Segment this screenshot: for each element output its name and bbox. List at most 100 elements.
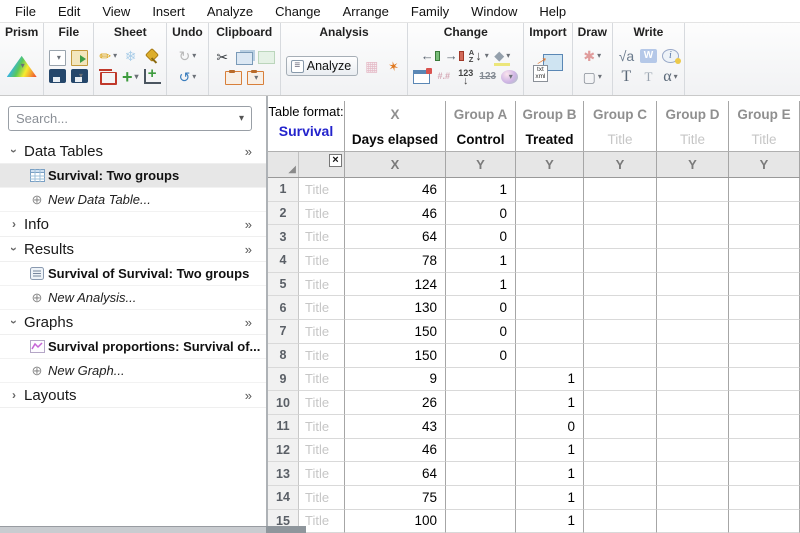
data-cell-a[interactable]: 0 xyxy=(446,202,516,226)
column-axis-e[interactable]: Y xyxy=(729,152,800,177)
section-more-button[interactable]: » xyxy=(245,217,252,232)
data-cell-x[interactable]: 100 xyxy=(345,510,446,533)
row-number[interactable]: 3 xyxy=(268,225,299,249)
data-cell-b[interactable]: 1 xyxy=(516,486,584,510)
column-title-a[interactable]: Control xyxy=(446,127,516,151)
data-cell-x[interactable]: 46 xyxy=(345,439,446,463)
column-axis-c[interactable]: Y xyxy=(584,152,657,177)
data-cell-e[interactable] xyxy=(729,225,800,249)
color-scheme-button[interactable]: ▾ xyxy=(501,70,518,84)
section-more-button[interactable]: » xyxy=(245,144,252,159)
row-number[interactable]: 14 xyxy=(268,486,299,510)
data-cell-d[interactable] xyxy=(657,368,729,392)
data-cell-d[interactable] xyxy=(657,415,729,439)
data-cell-b[interactable]: 1 xyxy=(516,391,584,415)
text-tool-button[interactable]: T xyxy=(618,68,635,86)
row-number[interactable]: 13 xyxy=(268,462,299,486)
data-cell-x[interactable]: 75 xyxy=(345,486,446,510)
chevron-collapsed-icon[interactable]: › xyxy=(6,217,22,231)
row-number[interactable]: 7 xyxy=(268,320,299,344)
column-group-header-c[interactable]: Group C xyxy=(584,101,657,127)
data-cell-b[interactable]: 1 xyxy=(516,462,584,486)
pin-sheet-button-dropdown-icon[interactable]: ▾ xyxy=(152,52,156,60)
data-cell-e[interactable] xyxy=(729,320,800,344)
row-number[interactable]: 11 xyxy=(268,415,299,439)
data-cell-b[interactable] xyxy=(516,273,584,297)
data-cell-c[interactable] xyxy=(584,439,657,463)
data-cell-d[interactable] xyxy=(657,273,729,297)
data-cell-x[interactable]: 43 xyxy=(345,415,446,439)
data-cell-x[interactable]: 46 xyxy=(345,202,446,226)
menu-help[interactable]: Help xyxy=(528,2,577,21)
data-cell-c[interactable] xyxy=(584,344,657,368)
data-cell-a[interactable]: 1 xyxy=(446,178,516,202)
rename-sheet-button-dropdown-icon[interactable]: ▾ xyxy=(113,52,117,60)
data-cell-x[interactable]: 150 xyxy=(345,344,446,368)
data-cell-b[interactable]: 1 xyxy=(516,368,584,392)
close-icon[interactable]: × xyxy=(329,154,342,167)
data-cell-c[interactable] xyxy=(584,273,657,297)
undo-button-dropdown-icon[interactable]: ▾ xyxy=(192,73,196,81)
select-all-corner[interactable]: ◢ xyxy=(268,152,299,177)
menu-insert[interactable]: Insert xyxy=(141,2,196,21)
sidebar-item-survival-two-groups[interactable]: Survival: Two groups xyxy=(0,164,266,188)
apply-analysis-button[interactable]: ▦ xyxy=(363,57,380,75)
data-cell-c[interactable] xyxy=(584,296,657,320)
row-title-cell[interactable]: Title xyxy=(299,296,345,320)
draw-rect-button[interactable]: ▢▾ xyxy=(583,68,602,86)
sidebar-section-graphs[interactable]: ›Graphs» xyxy=(0,310,266,335)
search-box[interactable]: ▾ xyxy=(8,106,252,131)
data-cell-x[interactable]: 64 xyxy=(345,225,446,249)
data-cell-a[interactable] xyxy=(446,462,516,486)
rename-sheet-button[interactable]: ✏▾ xyxy=(99,47,117,65)
table-format-value[interactable]: Survival xyxy=(268,123,344,139)
data-cell-x[interactable]: 26 xyxy=(345,391,446,415)
row-number[interactable]: 1 xyxy=(268,178,299,202)
row-number[interactable]: 8 xyxy=(268,344,299,368)
data-cell-a[interactable] xyxy=(446,439,516,463)
data-cell-a[interactable]: 1 xyxy=(446,273,516,297)
row-number[interactable]: 12 xyxy=(268,439,299,463)
new-file-button[interactable]: ▾ xyxy=(49,50,66,66)
column-axis-d[interactable]: Y xyxy=(657,152,729,177)
data-cell-d[interactable] xyxy=(657,486,729,510)
greek-button[interactable]: α▾ xyxy=(662,68,679,86)
data-cell-a[interactable] xyxy=(446,510,516,533)
data-cell-b[interactable] xyxy=(516,344,584,368)
data-cell-b[interactable]: 1 xyxy=(516,439,584,463)
data-cell-e[interactable] xyxy=(729,344,800,368)
section-more-button[interactable]: » xyxy=(245,388,252,403)
menu-window[interactable]: Window xyxy=(460,2,528,21)
sidebar-item-survival-proportions-survival-of[interactable]: Survival proportions: Survival of... xyxy=(0,335,266,359)
table-format-cell[interactable]: Table format: Survival xyxy=(268,101,344,152)
sort-button[interactable]: AZ↓▾ xyxy=(469,47,489,65)
row-title-cell[interactable]: Title xyxy=(299,178,345,202)
row-title-cell[interactable]: Title xyxy=(299,462,345,486)
chevron-expanded-icon[interactable]: › xyxy=(7,241,21,257)
column-axis-b[interactable]: Y xyxy=(516,152,584,177)
data-cell-d[interactable] xyxy=(657,320,729,344)
data-cell-d[interactable] xyxy=(657,391,729,415)
data-cell-b[interactable] xyxy=(516,320,584,344)
freeze-sheet-button[interactable]: ❄ xyxy=(122,47,139,65)
data-cell-c[interactable] xyxy=(584,510,657,533)
save-as-button-dropdown-icon[interactable]: ▾ xyxy=(79,72,83,80)
menu-analyze[interactable]: Analyze xyxy=(196,2,264,21)
data-cell-a[interactable]: 0 xyxy=(446,225,516,249)
data-cell-c[interactable] xyxy=(584,462,657,486)
data-cell-e[interactable] xyxy=(729,202,800,226)
corner-triangle-icon[interactable]: ◢ xyxy=(288,165,296,175)
data-cell-e[interactable] xyxy=(729,296,800,320)
data-cell-x[interactable]: 130 xyxy=(345,296,446,320)
data-cell-d[interactable] xyxy=(657,178,729,202)
data-cell-c[interactable] xyxy=(584,415,657,439)
menu-change[interactable]: Change xyxy=(264,2,332,21)
sort-button-dropdown-icon[interactable]: ▾ xyxy=(485,52,489,60)
redo-button[interactable]: ↻▾ xyxy=(179,47,197,65)
menu-family[interactable]: Family xyxy=(400,2,460,21)
data-cell-e[interactable] xyxy=(729,462,800,486)
row-number[interactable]: 6 xyxy=(268,296,299,320)
wizard-button[interactable]: ✶ xyxy=(384,56,404,77)
data-cell-x[interactable]: 78 xyxy=(345,249,446,273)
row-title-cell[interactable]: Title xyxy=(299,202,345,226)
